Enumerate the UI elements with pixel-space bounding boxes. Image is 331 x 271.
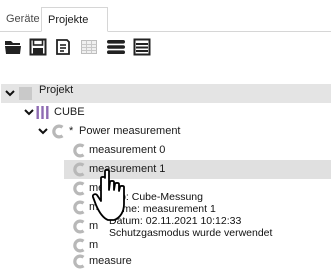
measurement-c-icon: [73, 143, 85, 158]
cube-bars-icon: [36, 106, 49, 119]
measurement-c-icon: [73, 219, 85, 234]
toolbar: [0, 34, 331, 60]
tab-projekte[interactable]: Projekte: [41, 7, 108, 32]
tree-group-row[interactable]: * Power measurement: [0, 122, 331, 141]
tree-root-row[interactable]: Projekt: [1, 84, 331, 103]
group-marker: *: [69, 125, 74, 137]
measurement-c-icon: [73, 181, 85, 196]
tree-group-label: Power measurement: [79, 125, 181, 137]
hand-cursor-icon: [92, 168, 125, 221]
tree-cube-row[interactable]: CUBE: [0, 103, 331, 122]
chevron-down-icon[interactable]: [4, 84, 16, 103]
chevron-down-icon[interactable]: [37, 122, 49, 141]
list-item[interactable]: measure: [0, 252, 160, 271]
list-item[interactable]: measurement 0: [0, 141, 331, 160]
list-item[interactable]: m: [0, 198, 105, 217]
tab-bar: Geräte Projekte: [0, 0, 331, 32]
chevron-down-icon[interactable]: [23, 103, 35, 122]
list-item-label: measurement 0: [89, 144, 166, 156]
list-icon[interactable]: [133, 38, 151, 56]
project-icon: [19, 87, 32, 100]
measurement-c-icon: [73, 254, 85, 269]
open-folder-icon[interactable]: [4, 38, 22, 56]
stack-icon[interactable]: [106, 38, 126, 56]
list-item[interactable]: m: [0, 217, 105, 236]
table-icon[interactable]: [80, 38, 98, 56]
measurement-c-icon: [52, 124, 64, 139]
measurement-c-icon: [73, 162, 85, 177]
list-item[interactable]: measure: [0, 179, 105, 198]
tooltip-mode: Schutzgasmodus wurde verwendet: [109, 227, 273, 239]
list-item-label: measure: [89, 255, 132, 267]
measurement-c-icon: [73, 238, 85, 253]
tree-cube-label: CUBE: [54, 106, 85, 118]
notes-icon[interactable]: [54, 38, 72, 56]
measurement-c-icon: [73, 200, 85, 215]
tree-root-label: Projekt: [39, 84, 74, 96]
item-tooltip: Typ: Cube-Messung Name: measurement 1 Da…: [105, 190, 330, 248]
save-icon[interactable]: [29, 38, 47, 56]
tab-geraete[interactable]: Geräte: [0, 7, 46, 31]
